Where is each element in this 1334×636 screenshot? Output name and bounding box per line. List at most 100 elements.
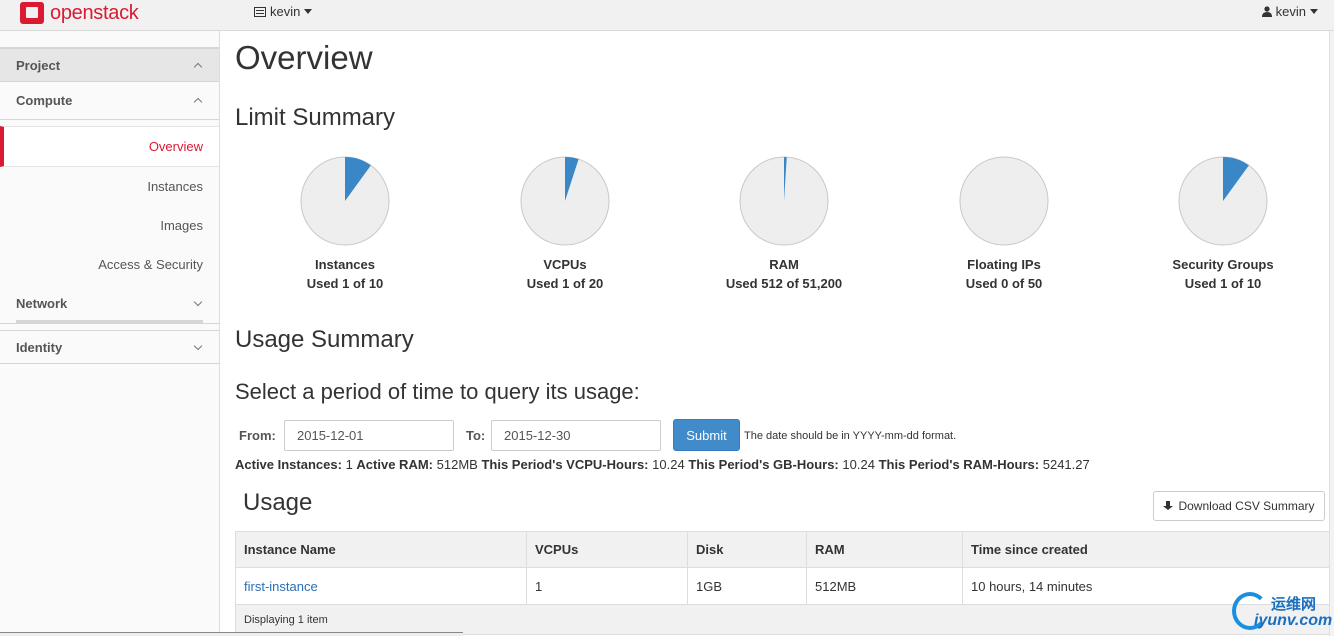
sidebar-section-network[interactable]: Network xyxy=(0,284,219,324)
chevron-up-icon xyxy=(193,62,203,71)
sidebar-item-access-security[interactable]: Access & Security xyxy=(0,245,219,284)
sidebar-item-label: Images xyxy=(160,218,203,233)
date-range-form: From: 2015-12-01 To: 2015-12-30 Submit T… xyxy=(235,419,1330,452)
caret-down-icon xyxy=(304,9,313,14)
caret-down-icon xyxy=(1310,9,1318,14)
brand-name: openstack xyxy=(50,1,139,24)
chevron-down-icon xyxy=(193,297,203,307)
table-cell: 1GB xyxy=(687,567,807,605)
limit-summary-charts: Instances Used 1 of 10 VCPUs Used 1 of 2… xyxy=(235,155,1330,295)
user-icon xyxy=(1261,6,1272,17)
sidebar-item-images[interactable]: Images xyxy=(0,206,219,245)
submit-button[interactable]: Submit xyxy=(673,419,740,451)
project-selector-dropdown[interactable]: kevin xyxy=(254,4,313,19)
usage-summary-heading: Usage Summary xyxy=(235,326,414,353)
sidebar-item-label: Overview xyxy=(148,139,203,154)
openstack-logo-icon xyxy=(20,2,44,24)
server-icon xyxy=(254,6,266,17)
download-csv-label: Download CSV Summary xyxy=(1178,499,1315,513)
column-header[interactable]: Disk xyxy=(687,531,807,568)
sidebar-item-instances[interactable]: Instances xyxy=(0,167,219,206)
stat-value: 10.24 xyxy=(652,457,685,472)
sidebar-item-overview[interactable]: Overview xyxy=(0,126,219,167)
to-label: To: xyxy=(466,428,486,443)
table-cell: 1 xyxy=(526,567,688,605)
watermark-logo: 运维网 iyunv.com xyxy=(1232,590,1332,634)
project-selector-label: kevin xyxy=(270,4,301,19)
stat-label: This Period's GB-Hours: xyxy=(688,457,839,472)
pie-chart xyxy=(739,156,829,246)
limit-pie-vcpus: VCPUs Used 1 of 20 xyxy=(465,155,665,291)
stat-label: Active Instances: xyxy=(235,457,342,472)
pie-title: Floating IPs xyxy=(967,257,1041,272)
sidebar: Project Compute Overview Instances Image… xyxy=(0,31,220,636)
sidebar-section-identity[interactable]: Identity xyxy=(0,331,219,364)
sidebar-section-label: Network xyxy=(16,296,68,311)
pie-title: RAM xyxy=(769,257,799,272)
column-header[interactable]: Time since created xyxy=(962,531,1330,568)
pie-used-text: Used 0 of 50 xyxy=(965,276,1043,291)
pie-chart xyxy=(520,156,610,246)
sidebar-spacer xyxy=(0,31,219,49)
pie-used-text: Used 1 of 20 xyxy=(526,276,604,291)
horizontal-scrollbar[interactable] xyxy=(0,632,463,636)
from-label: From: xyxy=(239,428,276,443)
stat-value: 512MB xyxy=(436,457,478,472)
from-date-input[interactable]: 2015-12-01 xyxy=(284,420,454,451)
watermark-en-text: iyunv.com xyxy=(1254,612,1333,629)
download-csv-button[interactable]: Download CSV Summary xyxy=(1153,491,1325,521)
instance-name-link[interactable]: first-instance xyxy=(235,567,527,605)
sidebar-section-label: Identity xyxy=(16,339,63,355)
pie-chart xyxy=(959,156,1049,246)
stat-value: 10.24 xyxy=(842,457,875,472)
table-cell: 512MB xyxy=(806,567,963,605)
watermark-cn-text: 运维网 xyxy=(1271,596,1317,613)
usage-stats-line: Active Instances: 1 Active RAM: 512MB Th… xyxy=(235,457,1090,472)
download-icon xyxy=(1163,501,1174,511)
chevron-down-icon xyxy=(193,341,203,350)
stat-label: This Period's RAM-Hours: xyxy=(878,457,1040,472)
pie-title: Security Groups xyxy=(1172,257,1274,272)
column-header[interactable]: VCPUs xyxy=(526,531,688,568)
pie-title: VCPUs xyxy=(543,257,587,272)
stat-value: 5241.27 xyxy=(1042,457,1090,472)
limit-pie-instances: Instances Used 1 of 10 xyxy=(245,155,445,291)
limit-pie-ram: RAM Used 512 of 51,200 xyxy=(684,155,884,291)
user-menu-label: kevin xyxy=(1275,4,1306,19)
limit-pie-security-groups: Security Groups Used 1 of 10 xyxy=(1123,155,1323,291)
table-row: first-instance 1 1GB 512MB 10 hours, 14 … xyxy=(235,567,1330,605)
top-navbar: openstack kevin kevin xyxy=(0,0,1334,31)
pie-chart xyxy=(300,156,390,246)
column-header[interactable]: Instance Name xyxy=(235,531,527,568)
brand-logo[interactable]: openstack xyxy=(20,1,139,25)
sidebar-item-label: Access & Security xyxy=(98,257,203,272)
stat-label: This Period's VCPU-Hours: xyxy=(481,457,649,472)
table-footer-row: Displaying 1 item xyxy=(235,604,1330,635)
pie-used-text: Used 1 of 10 xyxy=(1184,276,1262,291)
vertical-scrollbar[interactable] xyxy=(1329,31,1334,636)
pie-background xyxy=(959,156,1049,246)
sidebar-section-label: Project xyxy=(16,57,61,73)
usage-heading: Usage xyxy=(243,489,313,516)
limit-summary-heading: Limit Summary xyxy=(235,104,396,131)
user-menu-dropdown[interactable]: kevin xyxy=(1261,4,1318,19)
chevron-up-icon xyxy=(193,97,203,107)
sidebar-item-label: Instances xyxy=(147,179,203,194)
limit-pie-floating-ips: Floating IPs Used 0 of 50 xyxy=(904,155,1104,291)
to-date-input[interactable]: 2015-12-30 xyxy=(491,420,661,451)
select-period-heading: Select a period of time to query its usa… xyxy=(235,379,640,404)
column-header[interactable]: RAM xyxy=(806,531,963,568)
page-title: Overview xyxy=(235,39,373,76)
sidebar-section-project[interactable]: Project xyxy=(0,49,219,82)
divider xyxy=(16,320,203,323)
table-header-row: Instance Name VCPUs Disk RAM Time since … xyxy=(235,531,1330,568)
pie-used-text: Used 512 of 51,200 xyxy=(725,276,843,291)
table-footer: Displaying 1 item xyxy=(235,604,1330,635)
stat-label: Active RAM: xyxy=(356,457,433,472)
stat-value: 1 xyxy=(345,457,353,472)
sidebar-section-compute[interactable]: Compute xyxy=(0,82,219,120)
date-format-hint: The date should be in YYYY-mm-dd format. xyxy=(744,430,957,442)
usage-table: Instance Name VCPUs Disk RAM Time since … xyxy=(235,531,1330,635)
pie-chart xyxy=(1178,156,1268,246)
pie-used-text: Used 1 of 10 xyxy=(306,276,384,291)
